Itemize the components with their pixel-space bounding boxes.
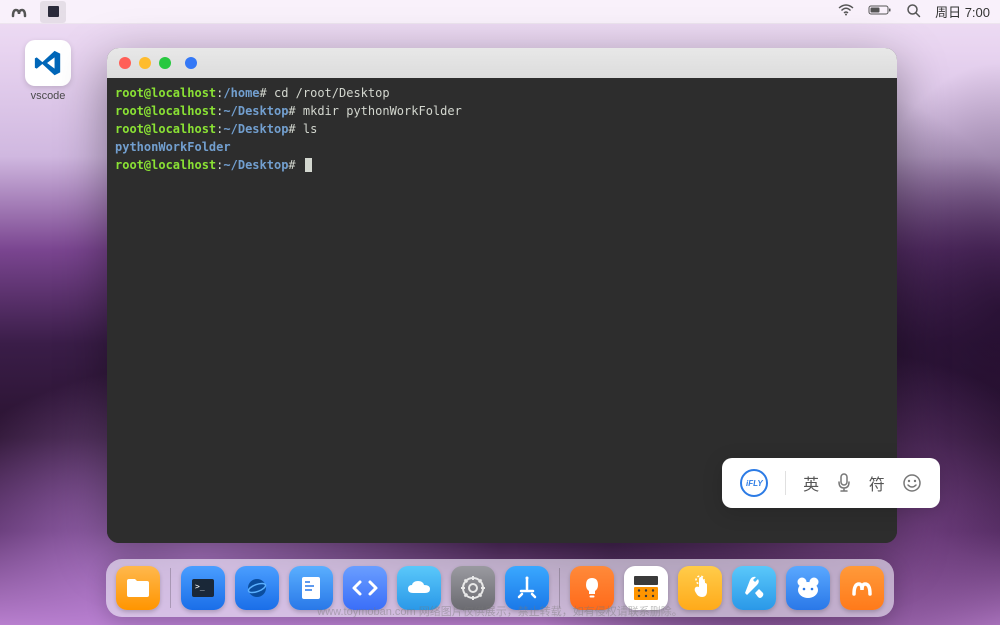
vscode-icon (25, 40, 71, 86)
wifi-icon[interactable] (838, 4, 854, 19)
ime-toolbar[interactable]: iFLY 英 符 (722, 458, 940, 508)
ime-logo-icon[interactable]: iFLY (740, 469, 768, 497)
menubar: 周日 7:00 (0, 0, 1000, 24)
extra-button[interactable] (185, 57, 197, 69)
dock-calculator[interactable] (624, 566, 668, 610)
desktop-icon-label: vscode (31, 90, 66, 102)
divider (785, 471, 786, 495)
search-icon[interactable] (906, 3, 921, 21)
terminal-line: root@localhost:~/Desktop# (115, 156, 889, 174)
microphone-icon[interactable] (836, 473, 852, 493)
terminal-line: root@localhost:~/Desktop# ls (115, 120, 889, 138)
dock-code[interactable] (343, 566, 387, 610)
emoji-icon[interactable] (902, 473, 922, 493)
terminal-line: root@localhost:/home# cd /root/Desktop (115, 84, 889, 102)
dock-browser[interactable] (235, 566, 279, 610)
menubar-tab[interactable] (40, 1, 66, 23)
battery-icon[interactable] (868, 4, 892, 19)
ime-symbol-toggle[interactable]: 符 (869, 471, 885, 495)
dock-app-last[interactable] (840, 566, 884, 610)
dock-mascot[interactable] (786, 566, 830, 610)
dock-touch[interactable] (678, 566, 722, 610)
dock-tips[interactable] (570, 566, 614, 610)
terminal-line: pythonWorkFolder (115, 138, 889, 156)
close-button[interactable] (119, 57, 131, 69)
terminal-cursor (305, 158, 312, 172)
tab-square-icon (48, 6, 59, 17)
desktop-icon-vscode[interactable]: vscode (20, 40, 76, 102)
maximize-button[interactable] (159, 57, 171, 69)
dock: >_ (106, 559, 894, 617)
dock-terminal[interactable]: >_ (181, 566, 225, 610)
dock-files[interactable] (116, 566, 160, 610)
window-titlebar[interactable] (107, 48, 897, 78)
ime-lang-toggle[interactable]: 英 (803, 471, 819, 495)
dock-settings[interactable] (451, 566, 495, 610)
dock-appstore[interactable] (505, 566, 549, 610)
app-menu-icon[interactable] (10, 3, 28, 21)
dock-divider (170, 568, 171, 608)
clock-label[interactable]: 周日 7:00 (935, 2, 990, 21)
svg-text:>_: >_ (195, 582, 205, 591)
minimize-button[interactable] (139, 57, 151, 69)
terminal-line: root@localhost:~/Desktop# mkdir pythonWo… (115, 102, 889, 120)
dock-editor[interactable] (289, 566, 333, 610)
dock-tools[interactable] (732, 566, 776, 610)
dock-cloud[interactable] (397, 566, 441, 610)
dock-divider (559, 568, 560, 608)
